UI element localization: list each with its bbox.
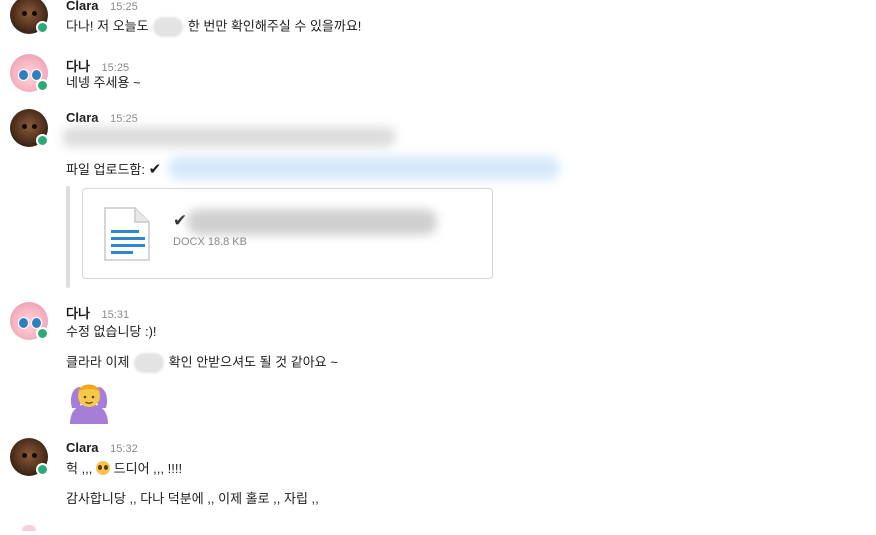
avatar-clara[interactable] <box>10 0 49 34</box>
message-text-after: 한 번만 확인해주실 수 있을까요! <box>187 18 362 34</box>
message-timestamp[interactable]: 15:31 <box>102 309 130 321</box>
message-timestamp[interactable]: 15:25 <box>102 62 130 74</box>
message-author[interactable]: 다나 <box>66 306 90 321</box>
presence-dot-icon <box>36 79 49 92</box>
message-author[interactable]: Clara <box>66 110 99 125</box>
woman-gesturing-ok-emoji[interactable] <box>66 378 112 424</box>
redacted-mention <box>134 353 165 373</box>
redacted-mention <box>153 17 184 37</box>
message-text: 다나! 저 오늘도 한 번만 확인해주실 수 있을까요! <box>66 17 361 37</box>
avatar-clara[interactable] <box>10 109 49 147</box>
message-text-before: 다나! 저 오늘도 <box>66 18 149 34</box>
presence-dot-icon <box>36 134 49 147</box>
avatar-clara[interactable] <box>10 438 49 476</box>
redacted-file-name <box>187 209 437 235</box>
file-meta: DOCX 18.8 KB <box>173 236 247 248</box>
message-timestamp[interactable]: 15:25 <box>110 1 138 13</box>
next-avatar-peek <box>22 525 36 531</box>
file-checkmark-icon: ✔ <box>173 211 188 230</box>
upload-line: 파일 업로드함: ✔ <box>66 161 161 178</box>
message-text-before: 헉 ,,, <box>66 461 93 476</box>
presence-dot-icon <box>36 327 49 340</box>
message-text: 헉 ,,, 드디어 ,,, !!!! <box>66 460 182 477</box>
redacted-text <box>62 127 396 147</box>
presence-dot-icon <box>36 463 49 476</box>
message-text: 감사합니당 ,, 다나 덕분에 ,, 이제 홀로 ,, 자립 ,, <box>66 491 319 506</box>
checkmark-icon: ✔ <box>148 161 162 178</box>
message-text-before: 클라라 이제 <box>66 354 130 370</box>
message-author[interactable]: 다나 <box>66 59 90 74</box>
avatar-dana[interactable] <box>10 54 49 92</box>
message-text-after: 확인 안받으셔도 될 것 같아요 ~ <box>168 354 338 370</box>
message-timestamp[interactable]: 15:32 <box>110 443 138 455</box>
message-timestamp[interactable]: 15:25 <box>110 113 138 125</box>
message-author[interactable]: Clara <box>66 0 99 13</box>
upload-label: 파일 업로드함: <box>66 162 145 177</box>
message-text: 클라라 이제 확인 안받으셔도 될 것 같아요 ~ <box>66 353 338 373</box>
attachment-bar <box>66 186 70 288</box>
avatar-dana[interactable] <box>10 302 49 340</box>
file-attachment-card[interactable]: ✔ DOCX 18.8 KB <box>82 188 493 279</box>
redacted-file-link[interactable] <box>168 156 560 180</box>
docx-file-icon <box>104 207 150 261</box>
presence-dot-icon <box>36 21 49 34</box>
message-text-after: 드디어 ,,, !!!! <box>113 461 183 476</box>
message-text: 네넹 주세용 ~ <box>66 75 141 90</box>
message-author[interactable]: Clara <box>66 440 99 455</box>
message-text: 수정 없습니당 :)! <box>66 324 157 339</box>
pleading-face-emoji[interactable] <box>96 461 111 475</box>
